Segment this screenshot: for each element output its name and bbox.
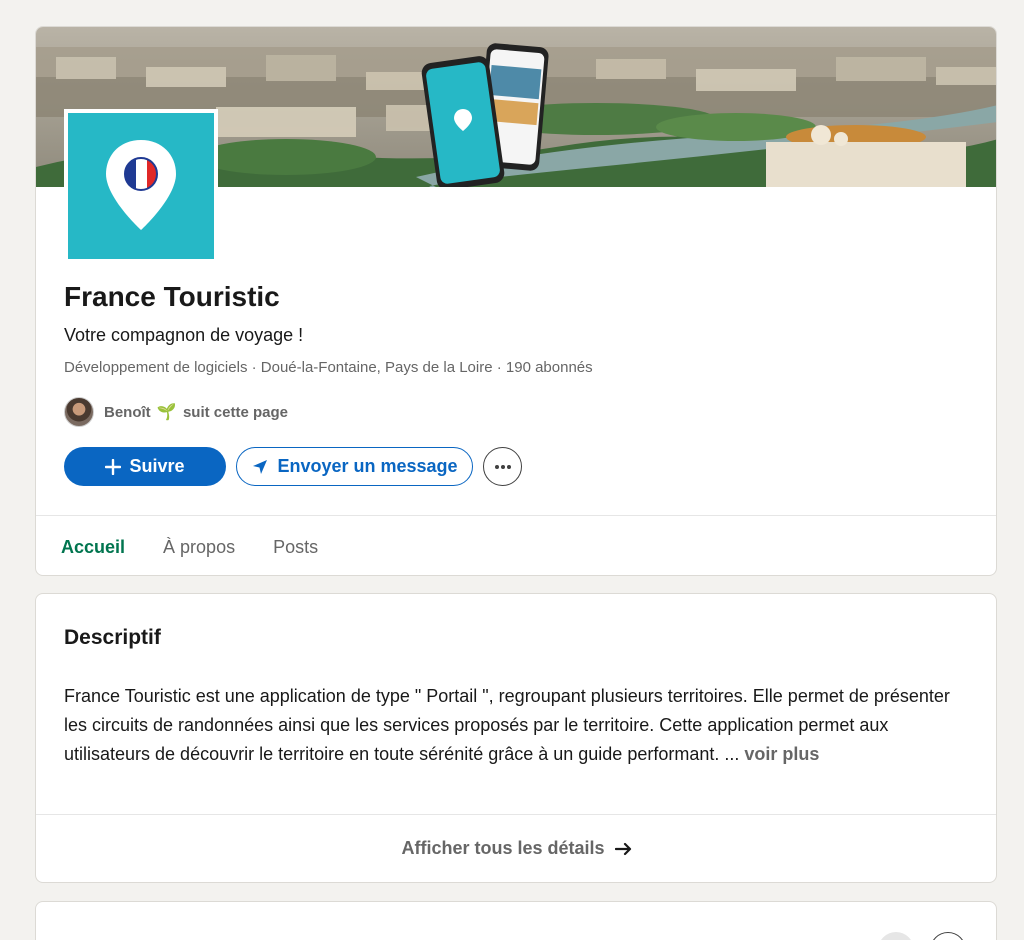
- show-all-details-link[interactable]: Afficher tous les détails: [36, 814, 996, 882]
- arrow-right-icon: [614, 842, 631, 855]
- follow-button-label: Suivre: [129, 456, 185, 476]
- phone-mockup: [421, 43, 549, 187]
- page-tabs: Accueil À propos Posts: [36, 515, 996, 575]
- avatar: [64, 397, 94, 427]
- about-title: Descriptif: [64, 626, 161, 649]
- follower-suffix: suit cette page: [182, 404, 288, 421]
- follower-insight[interactable]: Benoît 🌱 suit cette page: [64, 397, 288, 427]
- see-more-link[interactable]: voir plus: [744, 744, 819, 764]
- tab-posts[interactable]: Posts: [254, 516, 337, 575]
- company-header-card: France Touristic Votre compagnon de voya…: [35, 26, 997, 576]
- company-meta: Développement de logiciels · Doué-la-Fon…: [64, 359, 593, 376]
- about-text: France Touristic est une application de …: [64, 682, 974, 769]
- more-icon: [494, 464, 511, 469]
- tab-a-propos[interactable]: À propos: [144, 516, 254, 575]
- tab-accueil[interactable]: Accueil: [42, 516, 144, 575]
- company-name: France Touristic: [64, 281, 280, 312]
- follower-name: Benoît: [104, 404, 151, 421]
- carousel-prev-button[interactable]: [878, 932, 914, 940]
- next-section-card: [35, 901, 997, 940]
- sprout-icon: 🌱: [156, 404, 177, 421]
- send-message-button[interactable]: Envoyer un message: [236, 447, 473, 486]
- plus-icon: [105, 458, 122, 475]
- company-logo[interactable]: [64, 109, 218, 263]
- send-icon: [253, 459, 268, 474]
- action-bar: Suivre Envoyer un message: [64, 447, 522, 486]
- carousel-next-button[interactable]: [930, 932, 966, 940]
- more-options-button[interactable]: [483, 447, 522, 486]
- send-message-label: Envoyer un message: [277, 456, 458, 476]
- about-card: Descriptif France Touristic est une appl…: [35, 593, 997, 883]
- company-tagline: Votre compagnon de voyage !: [64, 325, 304, 345]
- follow-button[interactable]: Suivre: [64, 447, 226, 486]
- show-all-details-label: Afficher tous les détails: [401, 838, 605, 858]
- map-pin-icon: [106, 140, 176, 230]
